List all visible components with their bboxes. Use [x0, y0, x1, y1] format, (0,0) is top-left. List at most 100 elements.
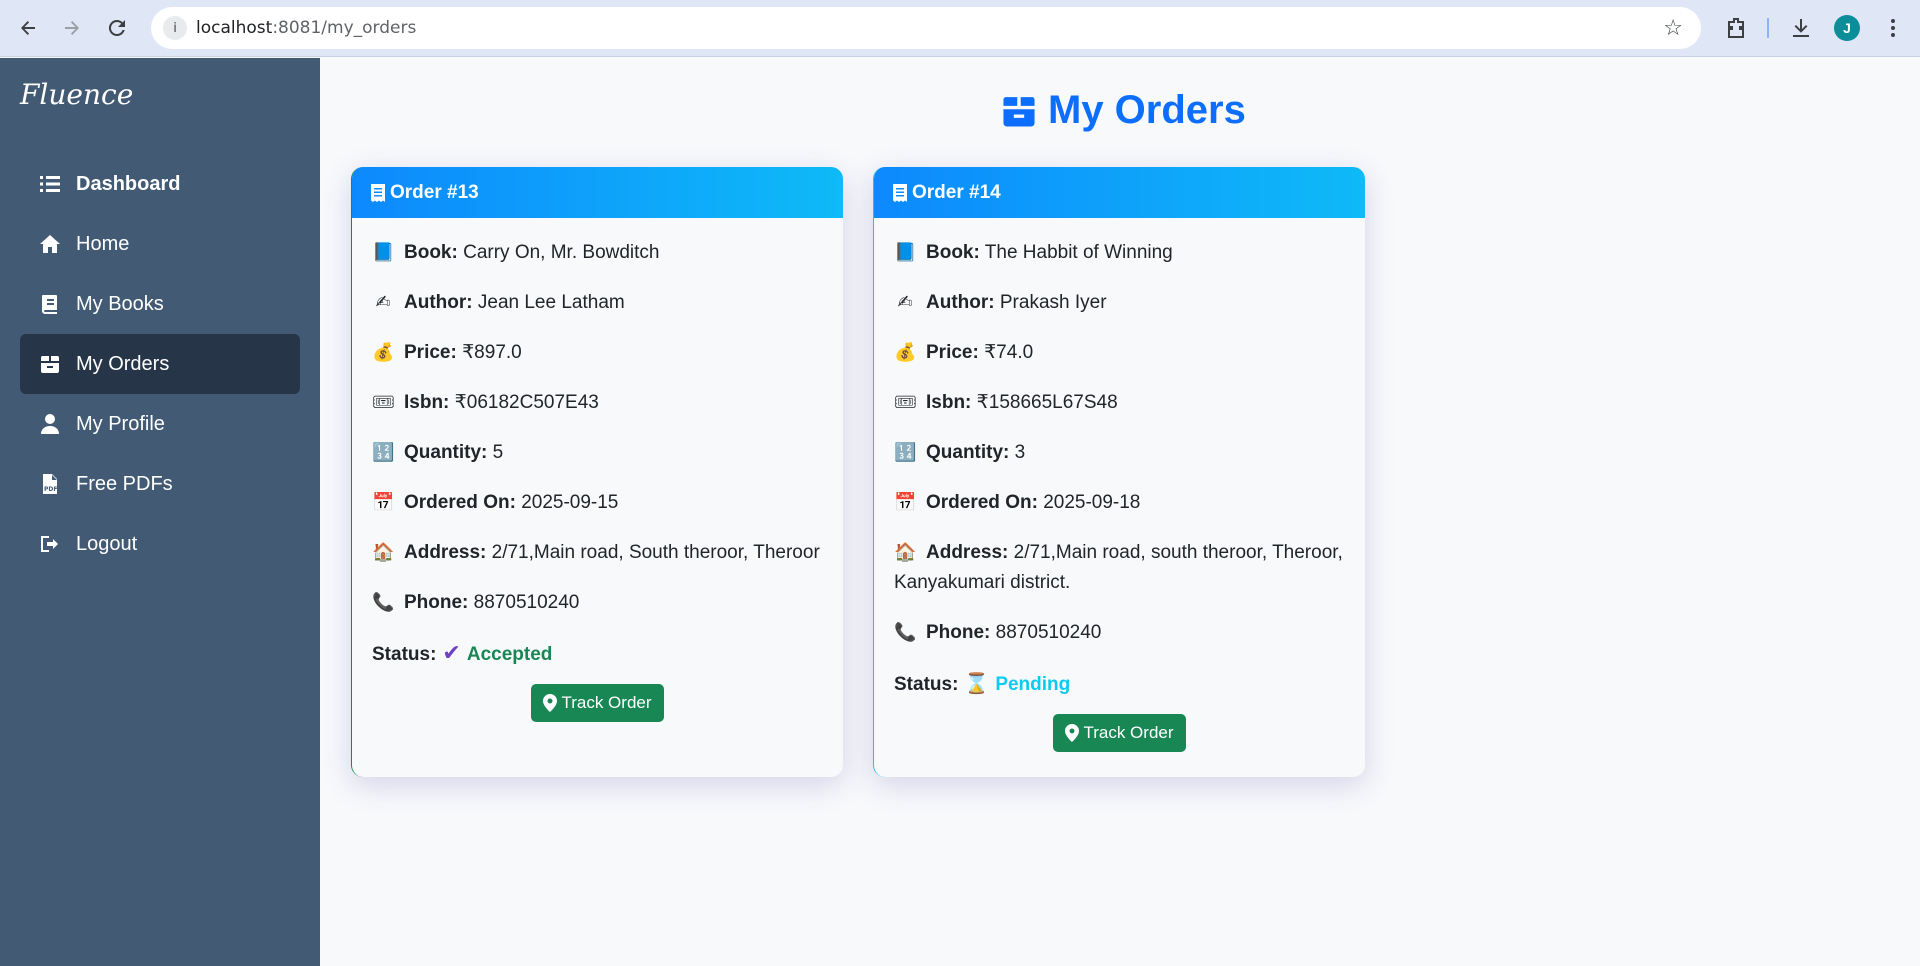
menu-kebab-icon[interactable]: [1879, 14, 1907, 42]
calendar-icon: 📅: [372, 492, 395, 513]
address-bar[interactable]: i localhost:8081/my_orders ☆: [151, 7, 1701, 49]
order-quantity-row: 🔢 Quantity: 3: [894, 438, 1345, 468]
author-value: Prakash Iyer: [999, 292, 1107, 313]
author-value: Jean Lee Latham: [477, 292, 625, 313]
box-icon: [1003, 96, 1035, 127]
sidebar-item-home[interactable]: Home: [20, 214, 300, 274]
quantity-value: 3: [1014, 442, 1026, 463]
track-order-button[interactable]: Track Order: [1053, 714, 1186, 752]
order-card-header: Order #13: [352, 167, 843, 218]
page-title: My Orders: [1000, 88, 1246, 133]
user-icon: [38, 412, 62, 436]
pdf-icon: PDF: [38, 472, 62, 496]
back-icon[interactable]: [14, 14, 42, 42]
hourglass-icon: ⌛: [964, 671, 990, 695]
sidebar-item-my-orders[interactable]: My Orders: [20, 334, 300, 394]
order-isbn-row: 🎟 Isbn: ₹06182C507E43: [372, 388, 823, 418]
track-order-label: Track Order: [561, 693, 652, 712]
toolbar-divider: [1767, 18, 1769, 38]
brand-logo[interactable]: Fluence: [20, 78, 133, 111]
order-phone-row: 📞 Phone: 8870510240: [894, 618, 1345, 648]
order-price-row: 💰 Price: ₹74.0: [894, 338, 1345, 368]
author-label: Author:: [404, 292, 473, 313]
isbn-label: Isbn:: [404, 392, 450, 413]
ordered-on-label: Ordered On:: [404, 492, 516, 513]
numbers-icon: 🔢: [372, 442, 395, 463]
numbers-icon: 🔢: [894, 442, 917, 463]
order-card: Order #13 📘 Book: Carry On, Mr. Bowditch …: [351, 167, 843, 777]
order-status-row: Status: ✔ Accepted: [372, 638, 823, 670]
sidebar: Fluence Dashboard Home My Books My Order…: [0, 58, 320, 966]
address-label: Address:: [404, 542, 487, 563]
forward-icon[interactable]: [58, 14, 86, 42]
sidebar-item-label: Dashboard: [76, 172, 181, 195]
address-label: Address:: [926, 542, 1009, 563]
page-title-text: My Orders: [1048, 88, 1246, 132]
site-info-icon[interactable]: i: [163, 16, 187, 40]
map-pin-icon: [1065, 724, 1080, 742]
order-status-row: Status: ⌛ Pending: [894, 668, 1345, 700]
map-pin-icon: [543, 694, 558, 712]
bookmark-star-icon[interactable]: ☆: [1663, 15, 1683, 41]
extensions-icon[interactable]: [1722, 14, 1750, 42]
order-card: Order #14 📘 Book: The Habbit of Winning ✍…: [873, 167, 1365, 777]
order-book-row: 📘 Book: Carry On, Mr. Bowditch: [372, 238, 823, 268]
order-author-row: ✍ Author: Jean Lee Latham: [372, 288, 823, 318]
sidebar-item-my-profile[interactable]: My Profile: [20, 394, 300, 454]
price-label: Price:: [404, 342, 457, 363]
status-label: Status:: [372, 644, 437, 665]
url-host: localhost: [196, 18, 273, 38]
writing-hand-icon: ✍: [375, 292, 391, 313]
sidebar-item-my-books[interactable]: My Books: [20, 274, 300, 334]
check-mark-icon: ✔: [442, 640, 461, 665]
isbn-value: ₹06182C507E43: [454, 392, 599, 413]
sidebar-item-dashboard[interactable]: Dashboard: [20, 154, 300, 214]
track-order-button[interactable]: Track Order: [531, 684, 664, 722]
order-number: Order #14: [912, 181, 1001, 203]
order-date-row: 📅 Ordered On: 2025-09-18: [894, 488, 1345, 518]
ticket-icon: 🎟: [372, 392, 395, 413]
download-icon[interactable]: [1787, 14, 1815, 42]
quantity-label: Quantity:: [404, 442, 488, 463]
isbn-value: ₹158665L67S48: [976, 392, 1118, 413]
blue-book-icon: 📘: [372, 242, 395, 263]
browser-toolbar: i localhost:8081/my_orders ☆ J: [0, 0, 1920, 57]
order-card-header: Order #14: [874, 167, 1365, 218]
quantity-value: 5: [492, 442, 504, 463]
house-icon: 🏠: [894, 542, 917, 563]
phone-value: 8870510240: [473, 592, 580, 613]
price-label: Price:: [926, 342, 979, 363]
sidebar-item-logout[interactable]: Logout: [20, 514, 300, 574]
writing-hand-icon: ✍: [897, 292, 913, 313]
order-address-row: 🏠 Address: 2/71,Main road, South theroor,…: [372, 538, 823, 568]
phone-label: Phone:: [404, 592, 469, 613]
book-label: Book:: [404, 242, 458, 263]
home-icon: [38, 232, 62, 256]
sidebar-item-label: My Books: [76, 292, 164, 315]
sidebar-item-label: Logout: [76, 532, 138, 555]
profile-avatar[interactable]: J: [1834, 15, 1860, 41]
track-order-label: Track Order: [1083, 723, 1174, 742]
order-quantity-row: 🔢 Quantity: 5: [372, 438, 823, 468]
blue-book-icon: 📘: [894, 242, 917, 263]
url-text[interactable]: localhost:8081/my_orders: [196, 18, 416, 38]
money-bag-icon: 💰: [372, 342, 395, 363]
status-badge: Accepted: [466, 644, 553, 665]
quantity-label: Quantity:: [926, 442, 1010, 463]
svg-text:PDF: PDF: [44, 486, 57, 493]
book-value: The Habbit of Winning: [984, 242, 1173, 263]
author-label: Author:: [926, 292, 995, 313]
receipt-icon: [893, 183, 907, 202]
order-phone-row: 📞 Phone: 8870510240: [372, 588, 823, 618]
sidebar-item-free-pdfs[interactable]: PDF Free PDFs: [20, 454, 300, 514]
status-badge: Pending: [995, 674, 1071, 695]
ordered-on-value: 2025-09-15: [521, 492, 619, 513]
reload-icon[interactable]: [103, 14, 131, 42]
receipt-icon: [371, 183, 385, 202]
order-address-row: 🏠 Address: 2/71,Main road, south theroor,…: [894, 538, 1345, 598]
order-price-row: 💰 Price: ₹897.0: [372, 338, 823, 368]
list-icon: [38, 172, 62, 196]
order-isbn-row: 🎟 Isbn: ₹158665L67S48: [894, 388, 1345, 418]
calendar-icon: 📅: [894, 492, 917, 513]
url-path: :8081/my_orders: [272, 18, 417, 38]
